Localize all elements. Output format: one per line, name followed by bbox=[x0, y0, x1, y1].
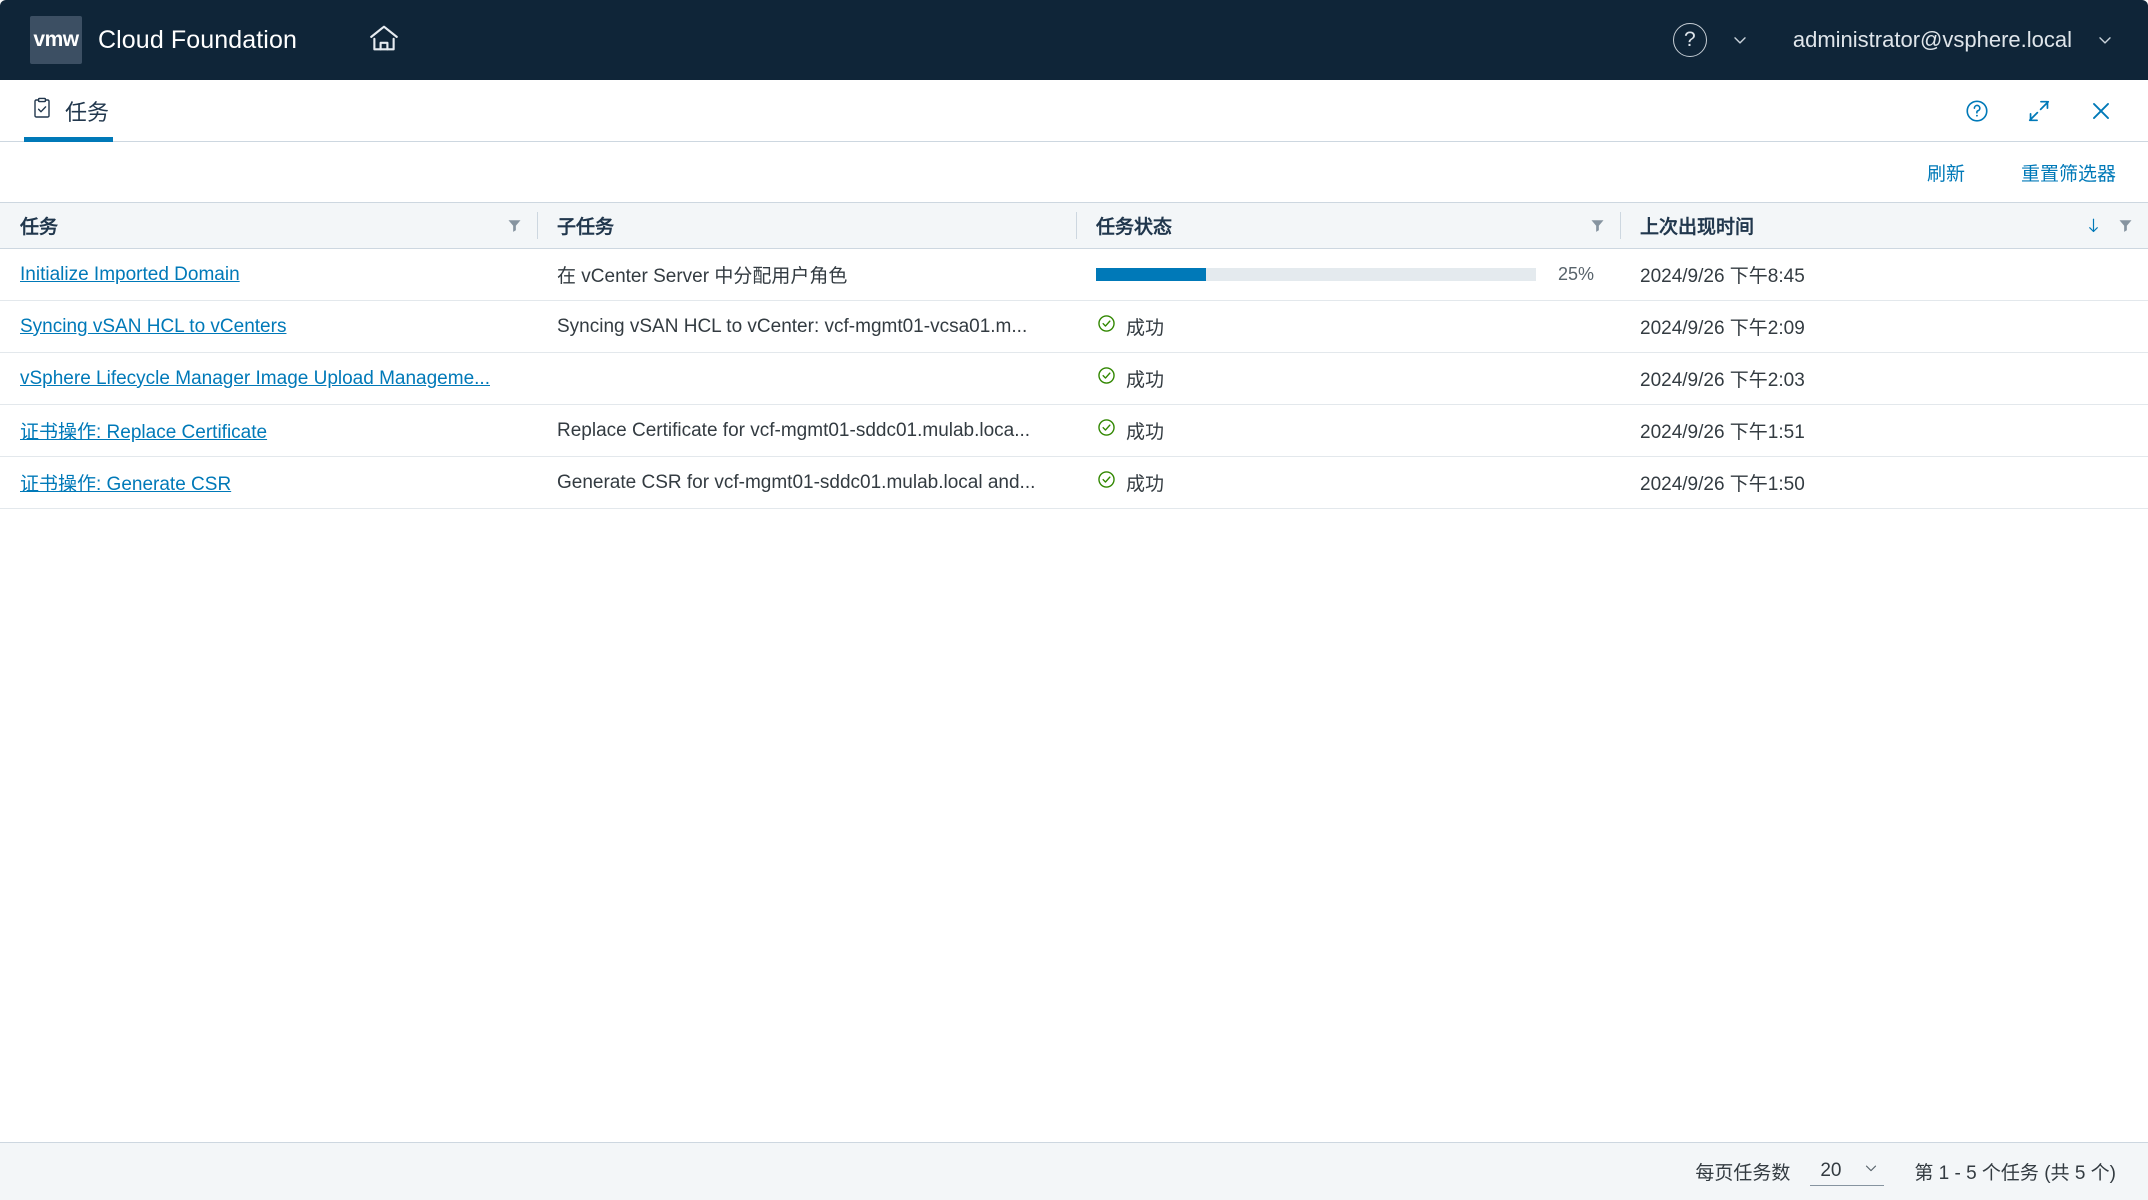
user-menu-chevron-down-icon[interactable] bbox=[2088, 23, 2122, 57]
pagination-range: 第 1 - 5 个任务 (共 5 个) bbox=[1914, 1158, 2116, 1185]
tasks-table-wrap: 任务 子任务 bbox=[0, 202, 2148, 1142]
status-badge: 成功 bbox=[1096, 417, 1606, 444]
status-label: 成功 bbox=[1126, 365, 1164, 392]
cell-subtask: Syncing vSAN HCL to vCenter: vcf-mgmt01-… bbox=[537, 301, 1076, 353]
filter-icon-status[interactable] bbox=[1589, 217, 1606, 234]
table-row[interactable]: Syncing vSAN HCL to vCenters Syncing vSAN… bbox=[0, 301, 2148, 353]
cell-task: vSphere Lifecycle Manager Image Upload M… bbox=[0, 353, 537, 405]
user-menu-label[interactable]: administrator@vsphere.local bbox=[1793, 27, 2072, 53]
cell-status: 成功 bbox=[1076, 301, 1620, 353]
progress-indicator: 25% bbox=[1096, 264, 1606, 285]
page-size-select[interactable]: 20 bbox=[1810, 1157, 1884, 1186]
success-check-icon bbox=[1096, 313, 1117, 340]
header-help-chevron-down-icon[interactable] bbox=[1723, 23, 1757, 57]
cell-status: 成功 bbox=[1076, 405, 1620, 457]
cell-task: 证书操作: Replace Certificate bbox=[0, 405, 537, 457]
success-check-icon bbox=[1096, 417, 1117, 444]
table-row[interactable]: 证书操作: Replace Certificate Replace Certifi… bbox=[0, 405, 2148, 457]
filter-icon-task[interactable] bbox=[506, 217, 523, 234]
cell-status: 成功 bbox=[1076, 353, 1620, 405]
tasks-panel: 刷新 重置筛选器 任务 bbox=[0, 142, 2148, 1200]
task-link[interactable]: Syncing vSAN HCL to vCenters bbox=[20, 316, 286, 337]
success-check-icon bbox=[1096, 469, 1117, 496]
help-circle-icon[interactable]: ? bbox=[1673, 23, 1707, 57]
tab-tasks[interactable]: 任务 bbox=[0, 80, 127, 141]
tab-tasks-label: 任务 bbox=[65, 95, 109, 127]
tab-bar: 任务 bbox=[0, 80, 2148, 142]
panel-help-icon[interactable] bbox=[1960, 94, 1994, 128]
status-label: 成功 bbox=[1126, 417, 1164, 444]
page-size-chevron-down-icon bbox=[1862, 1159, 1880, 1182]
table-row[interactable]: Initialize Imported Domain 在 vCenter Serv… bbox=[0, 249, 2148, 301]
cell-task: Syncing vSAN HCL to vCenters bbox=[0, 301, 537, 353]
column-header-subtask[interactable]: 子任务 bbox=[537, 203, 1076, 249]
collapse-arrows-icon[interactable] bbox=[2022, 94, 2056, 128]
page-size-label: 每页任务数 bbox=[1695, 1158, 1790, 1185]
status-label: 成功 bbox=[1126, 313, 1164, 340]
status-label: 成功 bbox=[1126, 469, 1164, 496]
home-button[interactable] bbox=[357, 13, 411, 67]
column-header-status[interactable]: 任务状态 bbox=[1076, 203, 1620, 249]
task-link[interactable]: 证书操作: Replace Certificate bbox=[20, 422, 267, 443]
task-link[interactable]: Initialize Imported Domain bbox=[20, 264, 240, 285]
column-header-last-occurrence[interactable]: 上次出现时间 bbox=[1620, 203, 2148, 249]
tasks-table: 任务 子任务 bbox=[0, 202, 2148, 509]
progress-percent: 25% bbox=[1558, 264, 1594, 285]
refresh-link[interactable]: 刷新 bbox=[1927, 159, 1965, 186]
filter-icon-last-occurrence[interactable] bbox=[2117, 217, 2134, 234]
reset-filters-link[interactable]: 重置筛选器 bbox=[2021, 159, 2116, 186]
cell-subtask bbox=[537, 353, 1076, 405]
cell-status: 25% bbox=[1076, 249, 1620, 301]
clipboard-check-icon bbox=[30, 96, 54, 125]
tab-actions bbox=[1960, 80, 2118, 141]
progress-track bbox=[1096, 268, 1536, 281]
column-header-task[interactable]: 任务 bbox=[0, 203, 537, 249]
column-header-status-label: 任务状态 bbox=[1096, 212, 1589, 239]
success-check-icon bbox=[1096, 365, 1117, 392]
task-link[interactable]: 证书操作: Generate CSR bbox=[20, 474, 231, 495]
status-badge: 成功 bbox=[1096, 313, 1606, 340]
page-size-value: 20 bbox=[1820, 1160, 1841, 1182]
home-icon bbox=[367, 21, 401, 60]
product-title: Cloud Foundation bbox=[98, 26, 297, 55]
tasks-footer: 每页任务数 20 第 1 - 5 个任务 (共 5 个) bbox=[0, 1142, 2148, 1200]
brand: vmw Cloud Foundation bbox=[30, 16, 297, 64]
tasks-table-header-row: 任务 子任务 bbox=[0, 203, 2148, 249]
column-header-task-label: 任务 bbox=[20, 212, 506, 239]
table-row[interactable]: vSphere Lifecycle Manager Image Upload M… bbox=[0, 353, 2148, 405]
cell-last-occurrence: 2024/9/26 下午2:09 bbox=[1620, 301, 2148, 353]
cell-subtask: 在 vCenter Server 中分配用户角色 bbox=[537, 249, 1076, 301]
tasks-toolbar: 刷新 重置筛选器 bbox=[0, 142, 2148, 202]
cell-subtask: Generate CSR for vcf-mgmt01-sddc01.mulab… bbox=[537, 457, 1076, 509]
status-badge: 成功 bbox=[1096, 469, 1606, 496]
table-empty-space bbox=[0, 509, 2148, 1142]
close-icon[interactable] bbox=[2084, 94, 2118, 128]
header-right-cluster: ? administrator@vsphere.local bbox=[1673, 23, 2122, 57]
progress-fill bbox=[1096, 268, 1206, 281]
tasks-table-body: Initialize Imported Domain 在 vCenter Serv… bbox=[0, 249, 2148, 509]
vmware-logo-text: vmw bbox=[33, 28, 78, 52]
cell-last-occurrence: 2024/9/26 下午2:03 bbox=[1620, 353, 2148, 405]
vmware-logo: vmw bbox=[30, 16, 82, 64]
cell-task: 证书操作: Generate CSR bbox=[0, 457, 537, 509]
cell-subtask: Replace Certificate for vcf-mgmt01-sddc0… bbox=[537, 405, 1076, 457]
column-header-last-occurrence-label: 上次出现时间 bbox=[1640, 212, 2084, 239]
sort-descending-icon[interactable] bbox=[2084, 216, 2103, 235]
app-header: vmw Cloud Foundation ? administrator@vsp… bbox=[0, 0, 2148, 80]
cell-last-occurrence: 2024/9/26 下午1:51 bbox=[1620, 405, 2148, 457]
tasks-table-head: 任务 子任务 bbox=[0, 203, 2148, 249]
cell-status: 成功 bbox=[1076, 457, 1620, 509]
status-badge: 成功 bbox=[1096, 365, 1606, 392]
cell-last-occurrence: 2024/9/26 下午1:50 bbox=[1620, 457, 2148, 509]
cell-task: Initialize Imported Domain bbox=[0, 249, 537, 301]
tab-active-indicator bbox=[24, 137, 113, 142]
cell-last-occurrence: 2024/9/26 下午8:45 bbox=[1620, 249, 2148, 301]
table-row[interactable]: 证书操作: Generate CSR Generate CSR for vcf-m… bbox=[0, 457, 2148, 509]
column-header-subtask-label: 子任务 bbox=[557, 212, 1062, 239]
task-link[interactable]: vSphere Lifecycle Manager Image Upload M… bbox=[20, 368, 490, 389]
